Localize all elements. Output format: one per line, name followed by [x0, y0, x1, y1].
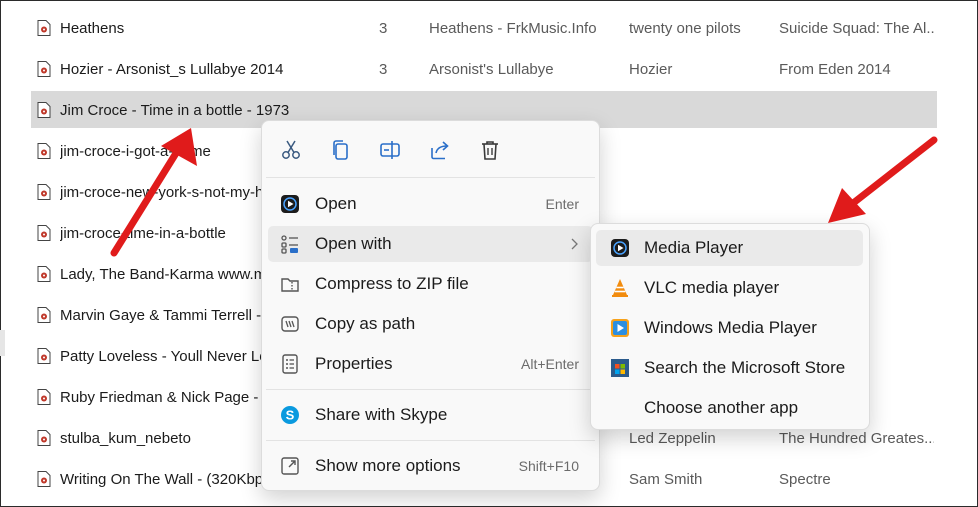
menu-item-label: Share with Skype: [315, 405, 448, 424]
submenu-item-vlc[interactable]: VLC media player: [596, 270, 863, 306]
track-number: 3: [379, 61, 388, 78]
properties-icon: [282, 354, 298, 374]
track-artist: Led Zeppelin: [629, 430, 716, 447]
svg-text:S: S: [286, 408, 295, 423]
menu-item-properties[interactable]: Properties Alt+Enter: [268, 346, 593, 382]
copy-icon[interactable]: [330, 139, 352, 161]
shortcut-text: Shift+F10: [518, 458, 579, 474]
submenu-item-label: Windows Media Player: [644, 318, 817, 337]
file-row[interactable]: Heathens 3 Heathens - FrkMusic.Info twenty …: [0, 8, 978, 49]
menu-separator: [266, 177, 595, 178]
submenu-item-microsoft-store[interactable]: Search the Microsoft Store: [596, 350, 863, 386]
cut-icon[interactable]: [280, 139, 302, 161]
vlc-icon: [612, 279, 628, 297]
media-player-icon: [281, 195, 299, 213]
audio-file-icon: [37, 471, 51, 487]
track-artist: Hozier: [629, 61, 673, 78]
menu-item-label: Properties: [315, 354, 393, 373]
track-album: The Hundred Greates...: [779, 430, 934, 447]
audio-file-icon: [37, 266, 51, 282]
audio-file-icon: [37, 430, 51, 446]
show-more-icon: [281, 457, 299, 475]
share-icon[interactable]: [429, 139, 451, 161]
chevron-right-icon: [571, 238, 578, 250]
menu-item-label: Copy as path: [315, 314, 416, 333]
microsoft-store-icon: [611, 359, 629, 377]
audio-file-icon: [37, 348, 51, 364]
menu-separator: [266, 389, 595, 390]
menu-item-label: Open: [315, 194, 357, 213]
menu-item-label: Open with: [315, 234, 392, 253]
audio-file-icon: [37, 20, 51, 36]
submenu-item-label: Media Player: [644, 238, 744, 257]
audio-file-icon: [37, 225, 51, 241]
audio-file-icon: [37, 389, 51, 405]
shortcut-text: Enter: [545, 196, 579, 212]
audio-file-icon: [37, 184, 51, 200]
open-with-submenu: Media Player VLC media player Windows Me…: [590, 223, 870, 430]
file-name: Jim Croce - Time in a bottle - 1973: [60, 102, 290, 119]
track-title: Arsonist's Lullabye: [429, 61, 554, 78]
submenu-item-label: VLC media player: [644, 278, 780, 297]
track-album: From Eden 2014: [779, 61, 891, 78]
menu-item-label: Compress to ZIP file: [315, 274, 469, 293]
audio-file-icon: [37, 102, 51, 118]
audio-file-icon: [37, 143, 51, 159]
submenu-item-media-player[interactable]: Media Player: [596, 230, 863, 266]
copy-path-icon: [281, 316, 299, 332]
track-title: Heathens - FrkMusic.Info: [429, 20, 597, 37]
rename-icon[interactable]: [379, 139, 401, 161]
submenu-item-windows-media-player[interactable]: Windows Media Player: [596, 310, 863, 346]
menu-item-compress[interactable]: Compress to ZIP file: [268, 266, 593, 302]
skype-icon: S: [281, 406, 299, 424]
windows-media-player-icon: [611, 319, 629, 337]
track-artist: Sam Smith: [629, 471, 703, 488]
track-number: 3: [379, 20, 388, 37]
track-artist: twenty one pilots: [629, 20, 741, 37]
submenu-item-label: Choose another app: [644, 398, 799, 417]
context-menu: Open Enter Open with Compress to ZIP fil…: [261, 120, 600, 491]
submenu-item-label: Search the Microsoft Store: [644, 358, 846, 377]
menu-item-open-with[interactable]: Open with: [268, 226, 593, 262]
audio-file-icon: [37, 61, 51, 77]
track-album: Spectre: [779, 471, 831, 488]
menu-item-open[interactable]: Open Enter: [268, 186, 593, 222]
menu-separator: [266, 440, 595, 441]
menu-item-copy-path[interactable]: Copy as path: [268, 306, 593, 342]
zip-folder-icon: [281, 278, 299, 292]
audio-file-icon: [37, 307, 51, 323]
track-album: Suicide Squad: The Al...: [779, 20, 934, 37]
shortcut-text: Alt+Enter: [521, 356, 579, 372]
submenu-item-choose-another-app[interactable]: Choose another app: [596, 390, 863, 426]
open-with-icon: [281, 235, 298, 254]
menu-item-label: Show more options: [315, 456, 461, 475]
menu-item-share-skype[interactable]: S Share with Skype: [268, 397, 593, 433]
menu-item-show-more[interactable]: Show more options Shift+F10: [268, 448, 593, 484]
delete-icon[interactable]: [479, 139, 501, 161]
file-row[interactable]: Hozier - Arsonist_s Lullabye 2014 3 Arsoni…: [0, 49, 978, 90]
media-player-icon: [611, 239, 629, 257]
